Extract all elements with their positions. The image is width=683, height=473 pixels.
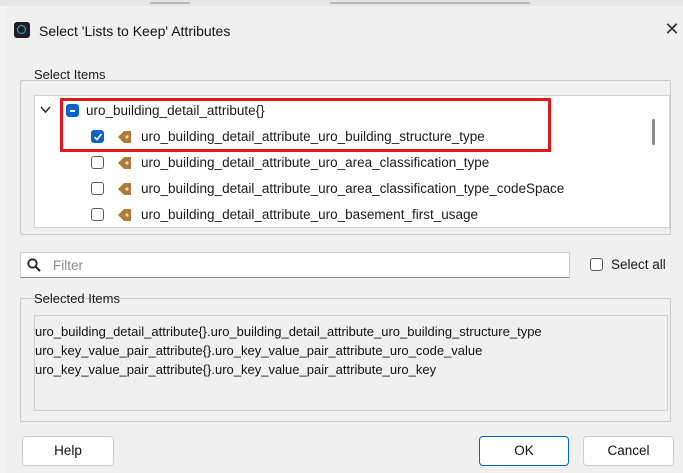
chevron-down-icon[interactable]	[39, 98, 53, 124]
select-items-label: Select Items	[34, 67, 106, 82]
filter-input[interactable]	[53, 256, 553, 274]
tree-checkbox[interactable]	[91, 208, 104, 221]
filter-box[interactable]	[20, 252, 570, 278]
attribute-icon	[118, 157, 131, 169]
attribute-icon	[118, 209, 131, 221]
select-all-checkbox[interactable]: Select all	[590, 257, 680, 273]
tree-item-label: uro_building_detail_attribute_uro_buildi…	[141, 129, 485, 144]
tree-checkbox[interactable]	[91, 156, 104, 169]
app-icon	[14, 22, 30, 38]
tree-item-label: uro_building_detail_attribute{}	[86, 103, 265, 118]
tree-item-label: uro_building_detail_attribute_uro_area_c…	[141, 155, 490, 170]
selected-item: uro_building_detail_attribute{}.uro_buil…	[35, 324, 542, 339]
selected-items-label: Selected Items	[34, 291, 120, 306]
select-all-box[interactable]	[590, 258, 603, 271]
selected-item: uro_key_value_pair_attribute{}.uro_key_v…	[35, 362, 437, 377]
select-all-label: Select all	[611, 257, 666, 272]
background-tab	[330, 2, 530, 4]
tree-item[interactable]: uro_building_detail_attribute_uro_area_c…	[35, 150, 635, 176]
tree-item[interactable]: uro_building_detail_attribute_uro_area_c…	[35, 176, 635, 202]
background-tab	[150, 2, 190, 4]
selected-item: uro_key_value_pair_attribute{}.uro_key_v…	[35, 343, 483, 358]
cancel-button[interactable]: Cancel	[583, 436, 674, 466]
help-button[interactable]: Help	[22, 436, 114, 466]
search-icon	[27, 258, 41, 272]
tree-checkbox[interactable]	[66, 104, 79, 117]
tree-checkbox[interactable]	[91, 130, 104, 143]
tree-checkbox[interactable]	[91, 182, 104, 195]
title-bar[interactable]: Select 'Lists to Keep' Attributes ✕	[6, 6, 683, 50]
selected-items-list[interactable]: uro_building_detail_attribute{}.uro_buil…	[34, 315, 668, 411]
attribute-tree[interactable]: uro_building_detail_attribute{} uro_buil…	[34, 95, 670, 228]
ok-button[interactable]: OK	[479, 436, 569, 466]
tree-item-label: uro_building_detail_attribute_uro_baseme…	[141, 207, 478, 222]
tree-item-label: uro_building_detail_attribute_uro_area_c…	[141, 181, 565, 196]
window-title: Select 'Lists to Keep' Attributes	[39, 23, 231, 39]
tree-item[interactable]: uro_building_detail_attribute_uro_buildi…	[35, 124, 635, 150]
tree-item[interactable]: uro_building_detail_attribute_uro_baseme…	[35, 202, 635, 227]
tree-item-parent[interactable]: uro_building_detail_attribute{}	[35, 98, 635, 124]
close-icon[interactable]: ✕	[662, 18, 682, 40]
attribute-icon	[118, 183, 131, 195]
tree-scrollbar-thumb[interactable]	[652, 119, 655, 145]
attribute-icon	[118, 131, 131, 143]
